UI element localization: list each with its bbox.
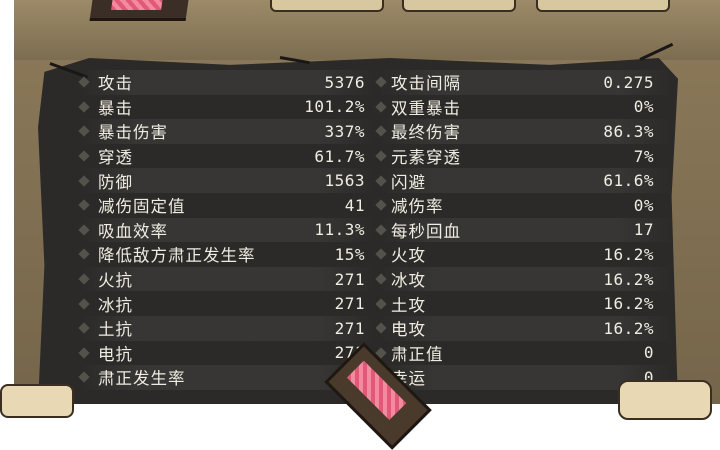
stat-row: 电攻 16.2%	[375, 315, 674, 341]
stat-row: 暴击 101.2%	[78, 95, 375, 120]
stat-name: 降低敌方肃正发生率	[98, 246, 256, 266]
stat-row: 闪避 61.6%	[375, 168, 674, 193]
stat-value: 0	[643, 343, 654, 363]
diamond-bullet-icon	[78, 273, 90, 285]
diamond-bullet-icon	[78, 297, 90, 310]
stats-right-column: 攻击间隔 0.275 双重暴击 0% 最终伤害 86.3% 元素穿透 7% 闪避 61.6…	[375, 70, 674, 390]
stat-value: 16.2%	[603, 294, 654, 314]
stat-name: 防御	[98, 172, 133, 192]
stat-row: 火抗 271	[78, 266, 375, 292]
stat-name: 火攻	[391, 246, 426, 266]
stat-value: 271	[334, 269, 365, 289]
stat-value: 101.2%	[304, 97, 365, 117]
stat-value: 7%	[633, 146, 654, 166]
diamond-bullet-icon	[78, 76, 90, 88]
top-tab-3[interactable]	[536, 0, 670, 12]
stat-value: 0.275	[603, 72, 654, 92]
stat-name: 肃正值	[391, 344, 444, 364]
stat-value: 1563	[324, 171, 365, 191]
stat-row: 冰攻 16.2%	[375, 266, 674, 292]
left-blank-strip	[0, 0, 14, 404]
stat-row: 每秒回血 17	[375, 217, 674, 243]
stat-name: 减伤固定值	[98, 197, 186, 217]
stat-name: 土抗	[98, 320, 133, 340]
stat-row: 最终伤害 86.3%	[375, 119, 674, 144]
scroll-ornament-left-icon	[0, 384, 74, 418]
stat-name: 吸血效率	[98, 221, 168, 241]
diamond-bullet-icon	[78, 175, 90, 187]
stat-row: 火攻 16.2%	[375, 242, 674, 267]
stat-name: 每秒回血	[391, 221, 461, 241]
stat-value: 86.3%	[603, 121, 654, 141]
stat-name: 攻击	[98, 74, 133, 94]
stat-row: 穿透 61.7%	[78, 144, 375, 169]
stat-row: 减伤固定值 41	[78, 193, 375, 218]
stat-row: 土抗 271	[78, 315, 375, 341]
stat-row: 土攻 16.2%	[375, 291, 674, 316]
diamond-bullet-icon	[78, 322, 90, 334]
stat-value: 41	[344, 195, 365, 215]
top-tab-1[interactable]	[270, 0, 384, 12]
diamond-bullet-icon	[78, 371, 90, 384]
diamond-bullet-icon	[78, 224, 90, 236]
stat-name: 火抗	[98, 271, 133, 291]
stat-value: 0%	[633, 97, 654, 117]
stat-row: 电抗 271	[78, 341, 375, 366]
stat-value: 17	[633, 220, 654, 240]
stat-row: 降低敌方肃正发生率 15%	[78, 242, 375, 267]
stat-value: 11.3%	[314, 220, 365, 240]
stat-value: 16.2%	[603, 269, 654, 289]
stat-value: 5376	[324, 72, 365, 92]
stats-left-column: 攻击 5376 暴击 101.2% 暴击伤害 337% 穿透 61.7% 防御 1563 …	[78, 70, 375, 390]
stat-name: 元素穿透	[391, 148, 461, 168]
stat-value: 16.2%	[603, 244, 654, 264]
stat-name: 穿透	[98, 148, 133, 168]
scroll-ornament-right-icon	[618, 380, 712, 420]
stat-value: 61.7%	[314, 146, 365, 166]
stat-name: 暴击伤害	[98, 123, 168, 143]
stat-row: 冰抗 271	[78, 291, 375, 316]
diamond-bullet-icon	[78, 199, 90, 211]
stat-row: 攻击间隔 0.275	[375, 70, 674, 95]
stat-name: 暴击	[98, 98, 133, 118]
stat-name: 土攻	[391, 295, 426, 315]
stat-row: 减伤率 0%	[375, 193, 674, 218]
diamond-bullet-icon	[78, 150, 90, 162]
stats-table: 攻击 5376 暴击 101.2% 暴击伤害 337% 穿透 61.7% 防御 1563 …	[78, 70, 674, 390]
stat-name: 闪避	[391, 172, 426, 192]
stat-name: 攻击间隔	[391, 74, 461, 94]
stat-name: 电抗	[98, 344, 133, 364]
stat-value: 16.2%	[603, 318, 654, 338]
stat-name: 冰攻	[391, 271, 426, 291]
diamond-bullet-icon	[78, 125, 90, 138]
stat-value: 15%	[334, 244, 365, 264]
stat-value: 337%	[324, 121, 365, 141]
stat-name: 电攻	[391, 320, 426, 340]
stat-row: 吸血效率 11.3%	[78, 217, 375, 243]
stat-row: 元素穿透 7%	[375, 144, 674, 169]
top-tab-2[interactable]	[402, 0, 516, 12]
top-emblem-icon	[89, 0, 191, 21]
stat-value: 271	[334, 318, 365, 338]
stat-value: 61.6%	[603, 171, 654, 191]
stat-name: 减伤率	[391, 197, 444, 217]
stat-value: 0%	[633, 195, 654, 215]
stat-row: 防御 1563	[78, 168, 375, 193]
stat-row: 双重暴击 0%	[375, 95, 674, 120]
stat-row: 肃正值 0	[375, 341, 674, 366]
stat-value: 271	[334, 294, 365, 314]
diamond-bullet-icon	[78, 101, 90, 113]
stat-name: 肃正发生率	[98, 369, 186, 389]
diamond-bullet-icon	[78, 347, 90, 359]
stat-name: 最终伤害	[391, 123, 461, 143]
diamond-bullet-icon	[78, 248, 90, 261]
stat-row: 暴击伤害 337%	[78, 119, 375, 144]
stat-name: 冰抗	[98, 295, 133, 315]
stat-row: 攻击 5376	[78, 70, 375, 95]
stat-name: 双重暴击	[391, 98, 461, 118]
